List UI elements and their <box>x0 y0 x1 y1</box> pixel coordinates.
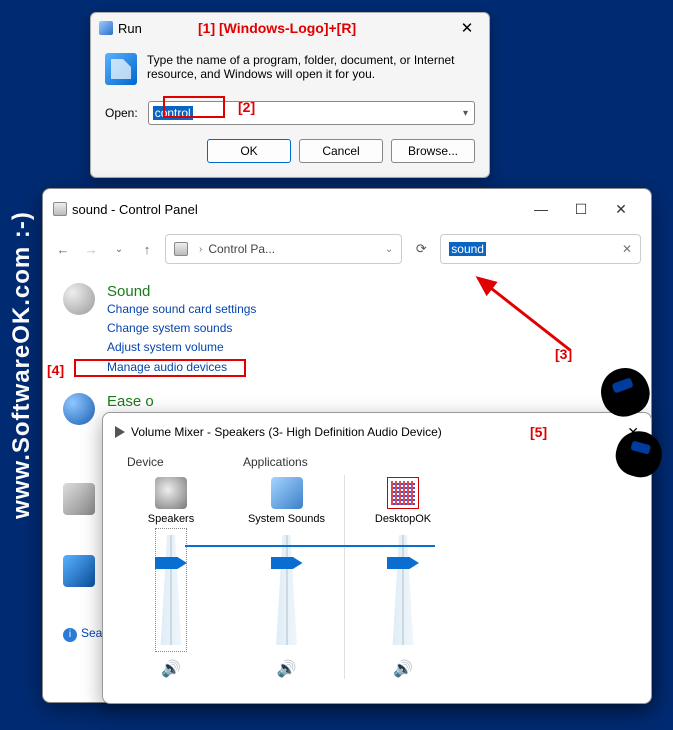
link-system-sounds[interactable]: Change system sounds <box>107 319 256 338</box>
ok-button[interactable]: OK <box>207 139 291 163</box>
system-sounds-slider[interactable] <box>278 535 296 645</box>
device-label: Device <box>113 455 229 475</box>
run-title: Run <box>118 21 142 36</box>
window-title: sound - Control Panel <box>72 202 198 217</box>
back-button[interactable]: ← <box>53 242 73 257</box>
annotation-2-box <box>163 96 225 118</box>
annotation-3: [3] <box>555 346 572 362</box>
col-speakers: Speakers <box>148 513 194 527</box>
link-sound-card[interactable]: Change sound card settings <box>107 300 256 319</box>
run-dialog: Run ✕ Type the name of a program, folder… <box>90 12 490 178</box>
clear-icon[interactable]: ✕ <box>622 242 632 256</box>
mixer-title: Volume Mixer - Speakers (3- High Definit… <box>131 425 442 439</box>
troubleshoot-icon <box>63 555 95 587</box>
ease-icon <box>63 393 95 425</box>
chevron-down-icon[interactable]: ⌄ <box>385 244 393 255</box>
cancel-button[interactable]: Cancel <box>299 139 383 163</box>
maximize-button[interactable] <box>561 201 601 218</box>
applications-label: Applications <box>229 455 461 475</box>
devices-icon <box>63 483 95 515</box>
mute-icon[interactable]: 🔊 <box>161 659 181 679</box>
open-label: Open: <box>105 106 138 120</box>
mute-icon[interactable]: 🔊 <box>277 659 297 679</box>
search-input[interactable]: sound ✕ <box>440 234 641 264</box>
run-icon-small <box>99 21 113 35</box>
category-sound[interactable]: Sound <box>107 283 256 300</box>
forward-button[interactable]: → <box>81 242 101 257</box>
annotation-2: [2] <box>238 99 255 115</box>
col-system-sounds: System Sounds <box>248 513 325 527</box>
link-adjust-volume[interactable]: Adjust system volume <box>107 338 256 357</box>
breadcrumb[interactable]: › Control Pa... ⌄ <box>165 234 402 264</box>
run-icon <box>105 53 137 85</box>
col-desktopok: DesktopOK <box>375 513 431 527</box>
sound-icon <box>63 283 95 315</box>
desktopok-icon[interactable] <box>387 477 419 509</box>
volume-mixer-window: Volume Mixer - Speakers (3- High Definit… <box>102 412 652 704</box>
speaker-icon <box>115 426 125 438</box>
run-description: Type the name of a program, folder, docu… <box>147 53 475 85</box>
speakers-icon[interactable] <box>155 477 187 509</box>
chevron-down-icon[interactable]: ▾ <box>463 108 468 119</box>
watermark: www.SoftwareOK.com :-) <box>8 211 36 519</box>
annotation-4: [4] <box>47 362 64 378</box>
annotation-5: [5] <box>530 424 547 440</box>
browse-button[interactable]: Browse... <box>391 139 475 163</box>
breadcrumb-icon <box>174 242 188 256</box>
annotation-4-box <box>74 359 246 377</box>
desktopok-slider[interactable] <box>394 535 412 645</box>
slider-link-line <box>185 545 435 547</box>
mute-icon[interactable]: 🔊 <box>393 659 413 679</box>
up-button[interactable]: ↑ <box>137 242 157 257</box>
control-panel-icon <box>53 202 67 216</box>
close-icon[interactable]: ✕ <box>453 19 481 37</box>
speakers-slider[interactable] <box>162 535 180 645</box>
info-icon: i <box>63 628 77 642</box>
history-chevron[interactable]: ⌄ <box>109 244 129 255</box>
minimize-button[interactable] <box>521 201 561 217</box>
system-sounds-icon[interactable] <box>271 477 303 509</box>
annotation-1: [1] [Windows-Logo]+[R] <box>198 20 356 36</box>
category-ease[interactable]: Ease o <box>107 393 154 410</box>
close-button[interactable] <box>601 201 641 218</box>
refresh-button[interactable]: ⟳ <box>410 241 432 257</box>
